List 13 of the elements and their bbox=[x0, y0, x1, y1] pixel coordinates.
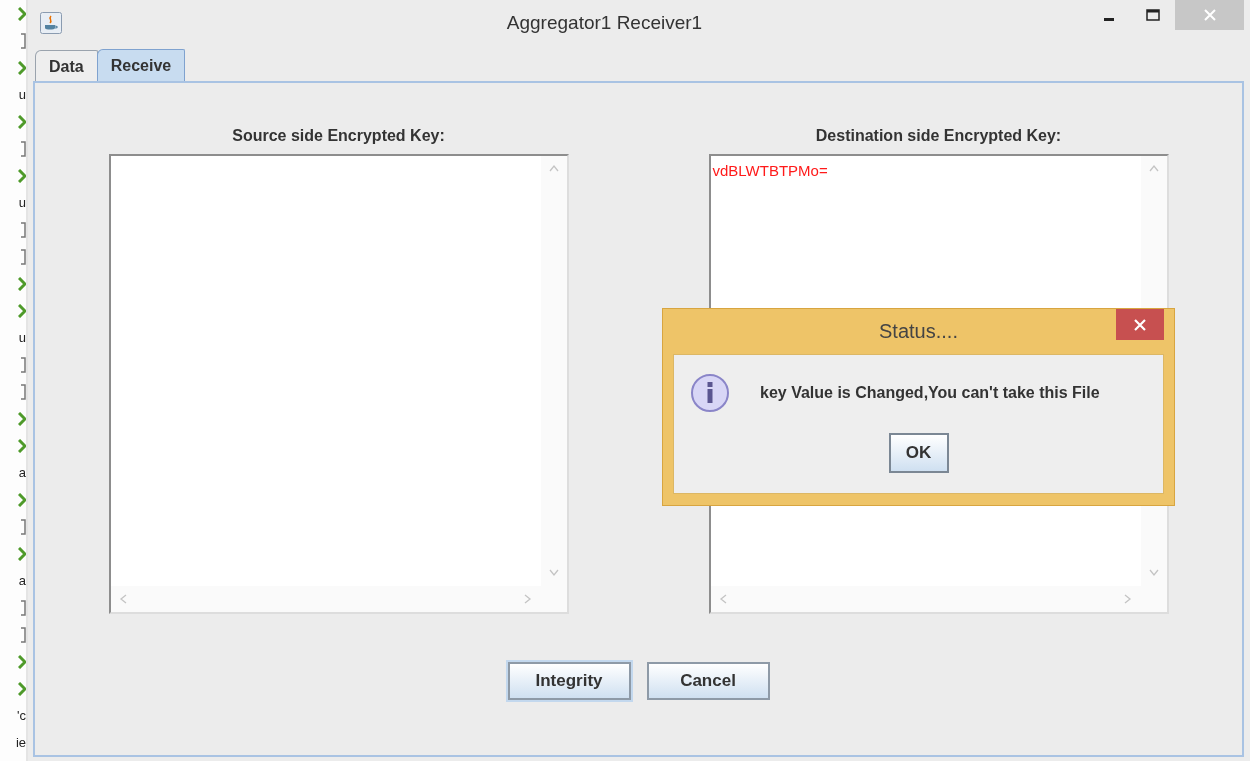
code-fragment: u bbox=[18, 88, 26, 101]
code-fragment: u bbox=[18, 196, 26, 209]
field-label: Destination side Encrypted Key: bbox=[815, 127, 1062, 145]
code-fragment: u bbox=[18, 331, 26, 344]
code-fragment: a bbox=[18, 574, 26, 587]
code-fragment: ie bbox=[15, 736, 26, 749]
dialog-message: key Value is Changed,You can't take this File bbox=[760, 384, 1100, 402]
field-label: Source side Encrypted Key: bbox=[232, 127, 445, 145]
window-title: Aggregator1 Receiver1 bbox=[505, 11, 704, 34]
key-value: vdBLWTBTPMo= bbox=[711, 161, 829, 181]
dialog-title: Status.... bbox=[878, 320, 959, 343]
code-fragment: 'c bbox=[17, 709, 26, 722]
code-fragment: a bbox=[18, 466, 26, 479]
